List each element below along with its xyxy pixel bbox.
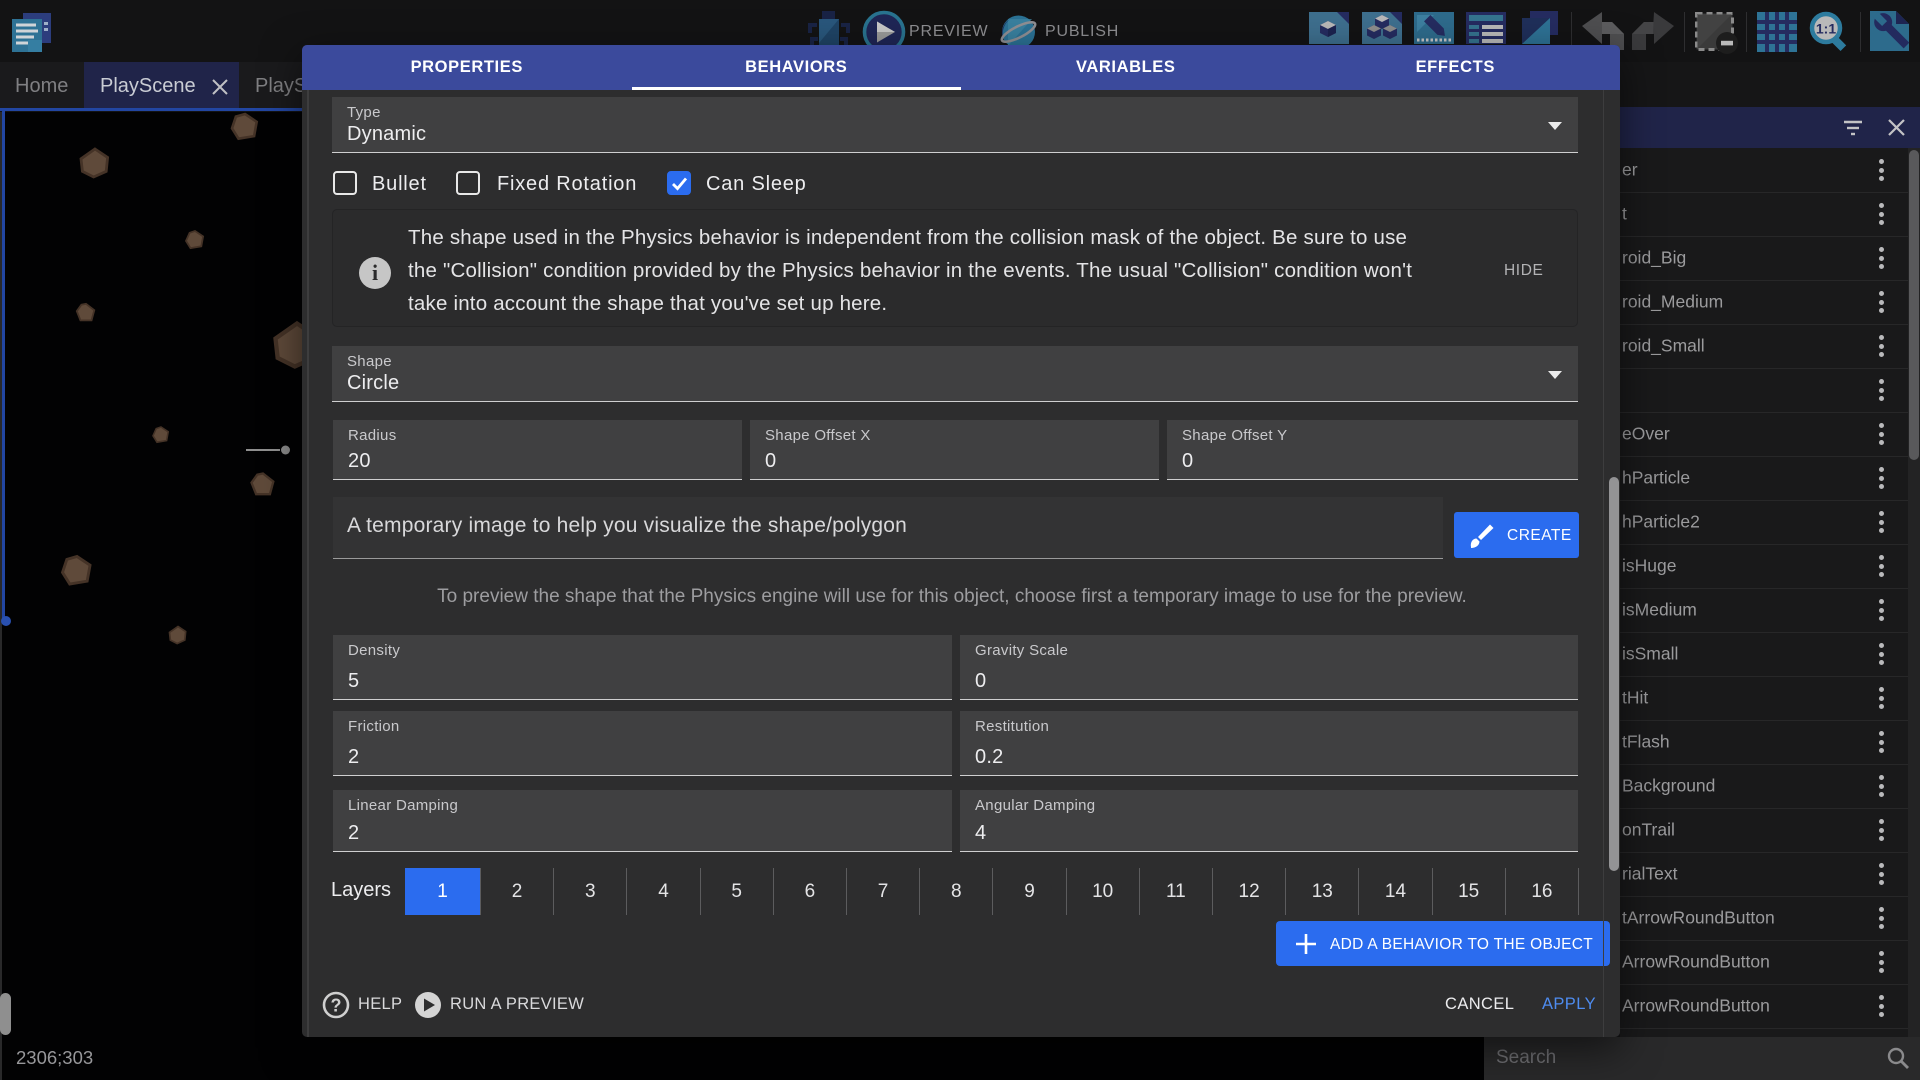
svg-text:1:1: 1:1 — [1816, 21, 1836, 37]
svg-text:?: ? — [331, 996, 342, 1016]
